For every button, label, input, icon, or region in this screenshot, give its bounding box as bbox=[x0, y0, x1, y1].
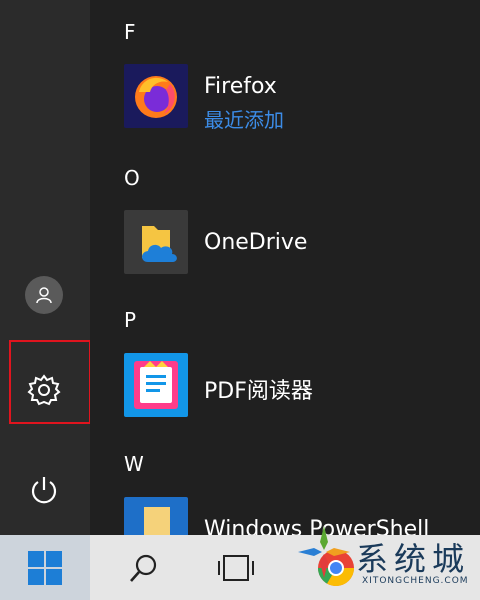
account-button[interactable] bbox=[25, 276, 63, 314]
windows-logo-icon bbox=[28, 550, 62, 585]
pdf-reader-icon bbox=[124, 353, 188, 417]
power-icon bbox=[31, 477, 57, 504]
search-button[interactable] bbox=[114, 535, 174, 600]
recently-added-label: 最近添加 bbox=[204, 108, 284, 132]
user-icon bbox=[36, 287, 52, 304]
powershell-folder-icon bbox=[124, 497, 188, 535]
app-list: F Firefox 最近添加 O OneDrive P PDF阅读器 W Win… bbox=[90, 0, 480, 535]
task-view-button[interactable] bbox=[206, 535, 266, 600]
app-item-firefox[interactable]: Firefox 最近添加 bbox=[124, 64, 464, 132]
search-icon bbox=[130, 554, 157, 582]
task-view-icon bbox=[218, 554, 254, 581]
section-header-p[interactable]: P bbox=[124, 308, 136, 332]
app-name-firefox: Firefox bbox=[204, 74, 277, 99]
app-name-pdf-reader: PDF阅读器 bbox=[204, 379, 313, 404]
firefox-icon bbox=[124, 64, 188, 128]
start-button[interactable] bbox=[0, 535, 90, 600]
watermark-title: 系统城 bbox=[356, 540, 471, 578]
section-header-o[interactable]: O bbox=[124, 166, 140, 190]
watermark-domain: XITONGCHENG.COM bbox=[362, 576, 469, 586]
app-name-onedrive: OneDrive bbox=[204, 230, 308, 255]
app-item-onedrive[interactable]: OneDrive bbox=[124, 210, 464, 276]
watermark-logo-icon bbox=[298, 526, 350, 578]
gear-icon bbox=[27, 374, 61, 406]
onedrive-icon bbox=[124, 210, 188, 274]
power-button[interactable] bbox=[22, 468, 66, 512]
section-header-f[interactable]: F bbox=[124, 20, 136, 44]
section-header-w[interactable]: W bbox=[124, 452, 144, 476]
settings-button[interactable] bbox=[22, 368, 66, 412]
app-item-pdf-reader[interactable]: PDF阅读器 bbox=[124, 353, 464, 419]
start-menu-rail bbox=[0, 0, 91, 535]
